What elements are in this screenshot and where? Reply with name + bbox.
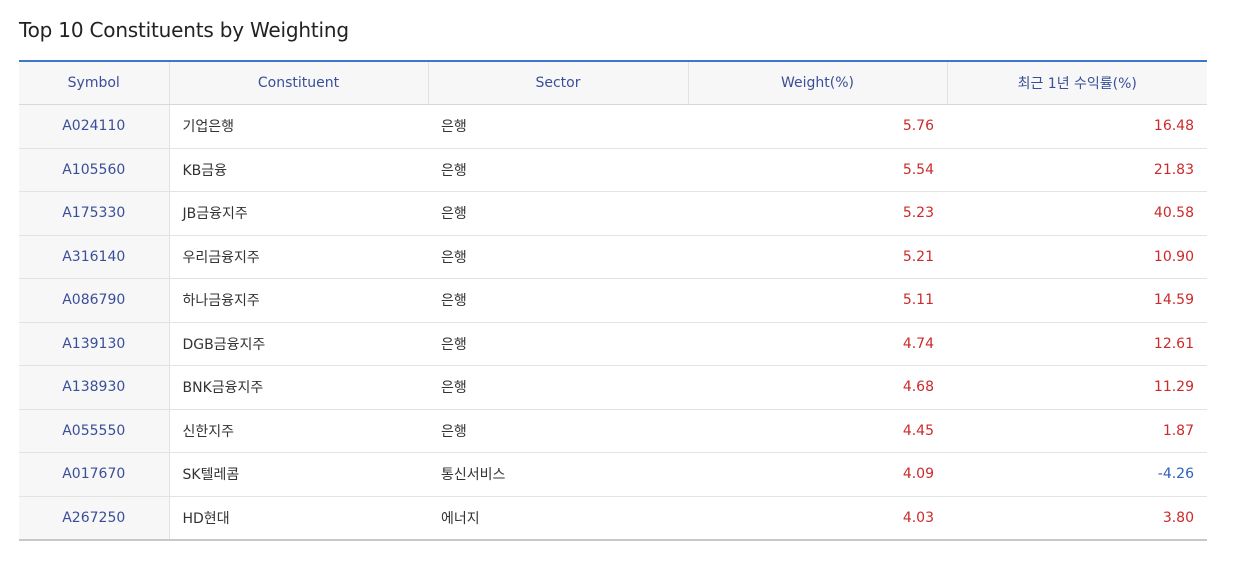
constituents-table: Symbol Constituent Sector Weight(%) 최근 1… bbox=[19, 60, 1207, 541]
symbol-cell: A105560 bbox=[19, 148, 170, 192]
constituent-cell: 기업은행 bbox=[169, 104, 428, 149]
constituent-cell: 하나금융지주 bbox=[169, 278, 428, 323]
symbol-cell: A139130 bbox=[19, 322, 170, 366]
return-cell: 11.29 bbox=[947, 365, 1207, 410]
table-row: A086790 하나금융지주 은행 5.11 14.59 bbox=[19, 278, 1207, 323]
table-header: Symbol Constituent Sector Weight(%) 최근 1… bbox=[19, 61, 1207, 105]
symbol-cell: A055550 bbox=[19, 409, 170, 453]
constituent-cell: SK텔레콤 bbox=[169, 452, 428, 497]
weight-cell: 4.09 bbox=[688, 452, 947, 497]
table-row: A267250 HD현대 에너지 4.03 3.80 bbox=[19, 496, 1207, 540]
symbol-cell: A017670 bbox=[19, 452, 170, 497]
symbol-cell: A086790 bbox=[19, 278, 170, 323]
sector-cell: 은행 bbox=[428, 148, 688, 192]
table-row: A105560 KB금융 은행 5.54 21.83 bbox=[19, 148, 1207, 192]
constituent-cell: JB금융지주 bbox=[169, 191, 428, 236]
header-row: Symbol Constituent Sector Weight(%) 최근 1… bbox=[19, 61, 1207, 105]
table-row: A316140 우리금융지주 은행 5.21 10.90 bbox=[19, 235, 1207, 279]
symbol-cell: A175330 bbox=[19, 191, 170, 236]
return-cell: 12.61 bbox=[947, 322, 1207, 366]
table-row: A055550 신한지주 은행 4.45 1.87 bbox=[19, 409, 1207, 453]
sector-cell: 은행 bbox=[428, 322, 688, 366]
column-header-symbol: Symbol bbox=[19, 61, 169, 105]
constituent-cell: BNK금융지주 bbox=[169, 365, 428, 410]
weight-cell: 5.11 bbox=[688, 278, 947, 323]
table-row: A017670 SK텔레콤 통신서비스 4.09 -4.26 bbox=[19, 452, 1207, 497]
constituent-cell: DGB금융지주 bbox=[169, 322, 428, 366]
weight-cell: 4.68 bbox=[688, 365, 947, 410]
table-row: A024110 기업은행 은행 5.76 16.48 bbox=[19, 104, 1207, 149]
constituent-cell: 신한지주 bbox=[169, 409, 428, 453]
symbol-cell: A138930 bbox=[19, 365, 170, 410]
weight-cell: 4.03 bbox=[902, 509, 934, 526]
weight-cell: 5.76 bbox=[688, 104, 947, 149]
return-cell: 10.90 bbox=[947, 235, 1207, 279]
weight-cell: 4.74 bbox=[688, 322, 947, 366]
return-cell: 21.83 bbox=[947, 148, 1207, 192]
constituent-cell: KB금융 bbox=[169, 148, 428, 192]
table-row: A175330 JB금융지주 은행 5.23 40.58 bbox=[19, 191, 1207, 236]
return-cell: 40.58 bbox=[947, 191, 1207, 236]
weight-cell: 4.45 bbox=[688, 409, 947, 453]
symbol-cell: A267250 bbox=[19, 496, 170, 540]
constituent-cell: 우리금융지주 bbox=[169, 235, 428, 279]
table-body: A024110 기업은행 은행 5.76 16.48 A105560 KB금융 … bbox=[19, 104, 1207, 540]
symbol-cell: A024110 bbox=[19, 104, 170, 149]
sector-cell: 은행 bbox=[428, 235, 688, 279]
weight-cell: 5.21 bbox=[688, 235, 947, 279]
return-cell: -4.26 bbox=[947, 452, 1207, 497]
table-row: A139130 DGB금융지주 은행 4.74 12.61 bbox=[19, 322, 1207, 366]
weight-cell: 5.23 bbox=[688, 191, 947, 236]
column-header-weight: Weight(%) bbox=[687, 61, 947, 105]
sector-cell: 은행 bbox=[428, 104, 688, 149]
constituent-cell: HD현대 bbox=[182, 510, 230, 527]
symbol-cell: A316140 bbox=[19, 235, 170, 279]
sector-cell: 은행 bbox=[428, 191, 688, 236]
constituents-panel: Top 10 Constituents by Weighting Symbol … bbox=[0, 0, 1240, 563]
sector-cell: 은행 bbox=[428, 365, 688, 410]
return-cell: 16.48 bbox=[947, 104, 1207, 149]
sector-cell: 통신서비스 bbox=[428, 452, 688, 497]
sector-cell: 은행 bbox=[428, 409, 688, 453]
table-row: A138930 BNK금융지주 은행 4.68 11.29 bbox=[19, 365, 1207, 410]
return-cell: 3.80 bbox=[1162, 509, 1194, 526]
column-header-sector: Sector bbox=[427, 61, 688, 105]
return-cell: 1.87 bbox=[947, 409, 1207, 453]
sector-cell: 에너지 bbox=[441, 510, 480, 527]
weight-cell: 5.54 bbox=[688, 148, 947, 192]
column-header-return-1y: 최근 1년 수익률(%) bbox=[946, 61, 1207, 105]
column-header-constituent: Constituent bbox=[168, 61, 428, 105]
sector-cell: 은행 bbox=[428, 278, 688, 323]
section-title: Top 10 Constituents by Weighting bbox=[19, 18, 349, 42]
return-cell: 14.59 bbox=[947, 278, 1207, 323]
